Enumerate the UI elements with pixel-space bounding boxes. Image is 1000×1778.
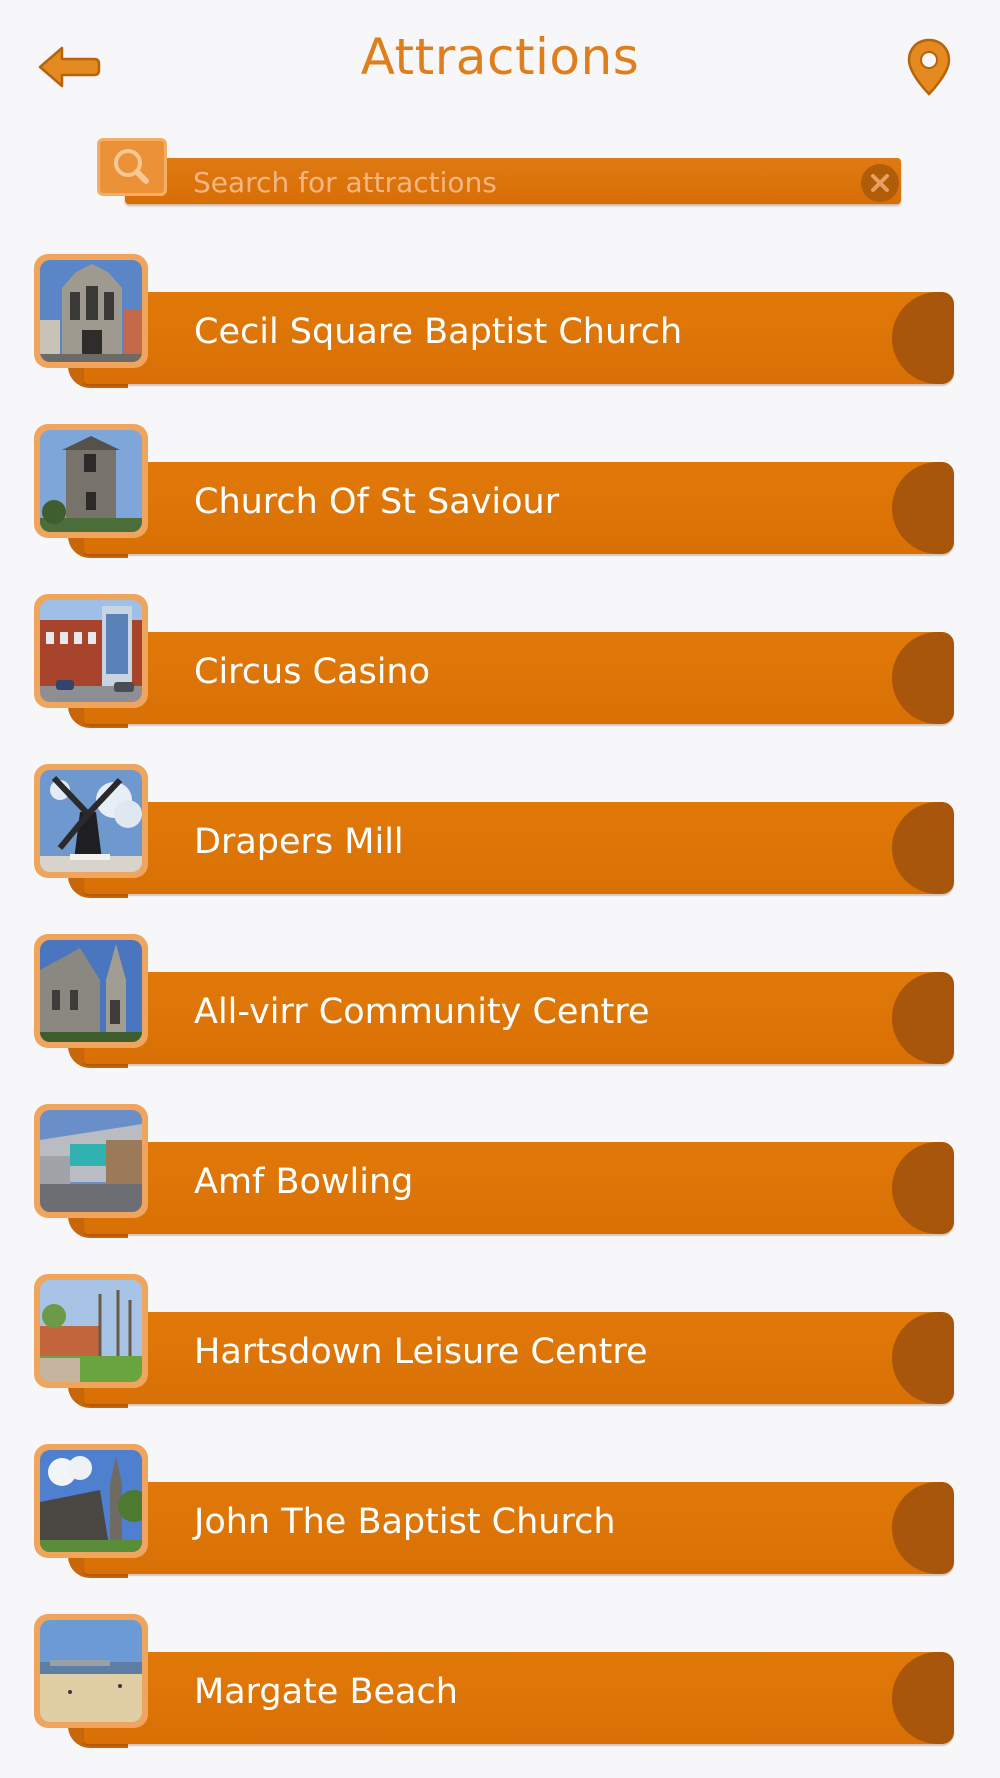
gothic-church-photo [40, 260, 142, 362]
attraction-label: Amf Bowling [194, 1162, 414, 1202]
attraction-item[interactable]: John The Baptist Church [34, 1444, 954, 1580]
attraction-item[interactable]: All-virr Community Centre [34, 934, 954, 1070]
map-pin-icon [907, 38, 951, 96]
attraction-label: Margate Beach [194, 1672, 458, 1712]
bowling-building-photo [40, 1110, 142, 1212]
church-with-tree-photo [40, 1450, 142, 1552]
bar-end-cap [892, 292, 954, 384]
attraction-thumbnail [34, 424, 148, 538]
attraction-thumbnail [34, 764, 148, 878]
bar-end-cap [892, 972, 954, 1064]
attraction-item[interactable]: Circus Casino [34, 594, 954, 730]
leisure-centre-trees-photo [40, 1280, 142, 1382]
attraction-thumbnail [34, 254, 148, 368]
attraction-thumbnail [34, 1614, 148, 1728]
bar-end-cap [892, 802, 954, 894]
bar-end-cap [892, 1142, 954, 1234]
attraction-item[interactable]: Hartsdown Leisure Centre [34, 1274, 954, 1410]
attraction-thumbnail [34, 1104, 148, 1218]
attraction-label: Cecil Square Baptist Church [194, 312, 683, 352]
brick-casino-building-photo [40, 600, 142, 702]
church-spire-photo [40, 940, 142, 1042]
attraction-label: Drapers Mill [194, 822, 404, 862]
search-button[interactable] [97, 138, 167, 196]
map-button[interactable] [904, 36, 954, 100]
header: Attractions [0, 0, 1000, 130]
attraction-thumbnail [34, 1444, 148, 1558]
attraction-item[interactable]: Church Of St Saviour [34, 424, 954, 560]
attraction-label: All-virr Community Centre [194, 992, 650, 1032]
attraction-label: John The Baptist Church [194, 1502, 616, 1542]
sandy-beach-photo [40, 1620, 142, 1722]
attraction-label: Circus Casino [194, 652, 431, 692]
windmill-photo [40, 770, 142, 872]
bar-end-cap [892, 1652, 954, 1744]
attraction-item[interactable]: Cecil Square Baptist Church [34, 254, 954, 390]
clear-search-button[interactable] [861, 164, 899, 202]
attraction-thumbnail [34, 1274, 148, 1388]
attraction-label: Hartsdown Leisure Centre [194, 1332, 648, 1372]
bar-end-cap [892, 632, 954, 724]
clear-x-icon [871, 174, 889, 192]
attraction-thumbnail [34, 934, 148, 1048]
attraction-thumbnail [34, 594, 148, 708]
back-button[interactable] [36, 42, 102, 92]
bar-end-cap [892, 1312, 954, 1404]
bar-end-cap [892, 462, 954, 554]
magnifier-icon [114, 149, 149, 184]
stone-tower-photo [40, 430, 142, 532]
bar-end-cap [892, 1482, 954, 1574]
attraction-label: Church Of St Saviour [194, 482, 560, 522]
attraction-item[interactable]: Drapers Mill [34, 764, 954, 900]
search-input[interactable] [193, 160, 813, 204]
back-arrow-icon [38, 46, 101, 88]
page-title: Attractions [360, 28, 640, 86]
search-bar [97, 138, 903, 210]
attraction-item[interactable]: Amf Bowling [34, 1104, 954, 1240]
attraction-item[interactable]: Margate Beach [34, 1614, 954, 1750]
